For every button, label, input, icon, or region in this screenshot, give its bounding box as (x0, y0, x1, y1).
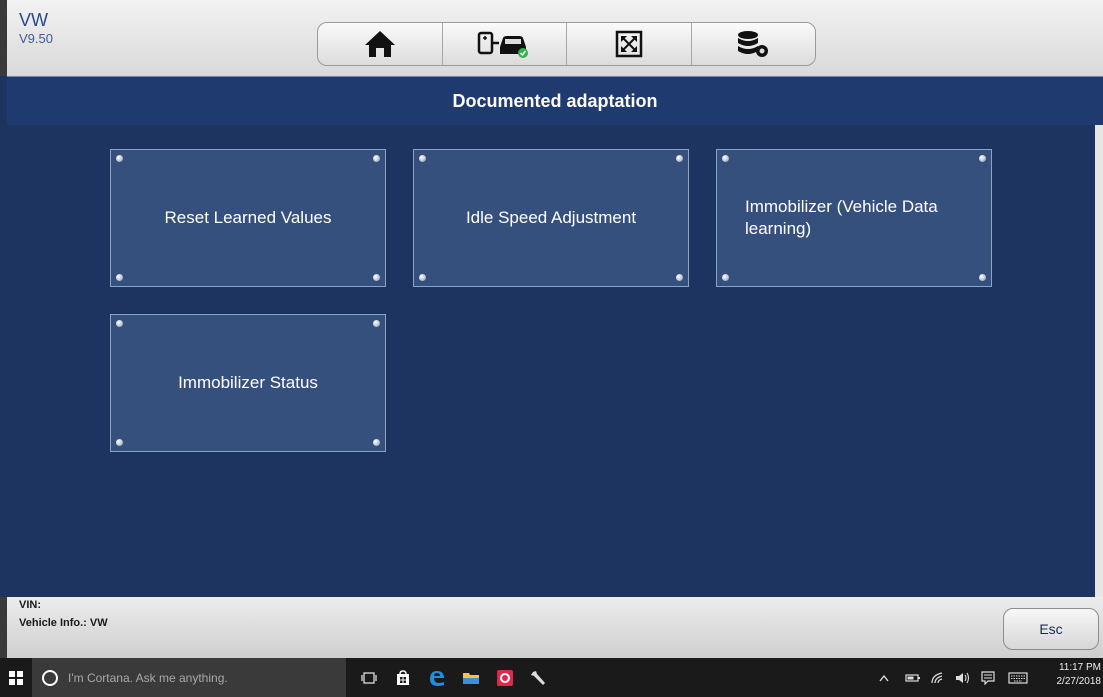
clock-time: 11:17 PM (1058, 662, 1101, 673)
screw-icon (676, 155, 683, 162)
tile-immobilizer-status[interactable]: Immobilizer Status (110, 314, 386, 452)
page-title: Documented adaptation (452, 90, 658, 111)
fullscreen-button[interactable] (567, 23, 692, 65)
volume-tray-button[interactable] (953, 658, 973, 697)
esc-button[interactable]: Esc (1003, 608, 1099, 650)
screw-icon (116, 439, 123, 446)
screw-icon (979, 274, 986, 281)
touch-keyboard-button[interactable] (1005, 658, 1031, 697)
task-view-button[interactable] (354, 658, 384, 697)
vertical-scrollbar[interactable] (1095, 125, 1103, 597)
battery-icon (905, 673, 920, 682)
screw-icon (373, 320, 380, 327)
home-icon (364, 31, 395, 57)
folder-icon (463, 672, 479, 684)
vin-label: VIN: (19, 599, 41, 611)
screw-icon (419, 274, 426, 281)
file-explorer-button[interactable] (456, 658, 486, 697)
windows-taskbar: I'm Cortana. Ask me anything. 11:17 PM 2… (0, 658, 1103, 697)
page-title-bar: Documented adaptation (7, 76, 1103, 126)
system-clock[interactable]: 11:17 PM 2/27/2018 (1052, 661, 1103, 689)
cortana-search-box[interactable]: I'm Cortana. Ask me anything. (32, 658, 346, 697)
data-settings-icon (738, 31, 769, 57)
speaker-icon (956, 672, 970, 683)
tile-idle-speed-adjustment[interactable]: Idle Speed Adjustment (413, 149, 689, 287)
home-button[interactable] (318, 23, 443, 65)
action-center-button[interactable] (978, 658, 998, 697)
edge-icon (430, 670, 444, 686)
screw-icon (722, 155, 729, 162)
notification-icon (981, 670, 995, 685)
fullscreen-icon (615, 30, 642, 58)
software-version: V9.50 (19, 31, 53, 46)
screw-icon (979, 155, 986, 162)
tile-reset-learned-values[interactable]: Reset Learned Values (110, 149, 386, 287)
vehicle-connect-button[interactable] (443, 23, 567, 65)
data-settings-button[interactable] (692, 23, 816, 65)
vehicle-make: VW (19, 10, 48, 30)
app-header: VW V9.50 (0, 0, 1103, 76)
windows-logo-icon (9, 670, 23, 685)
screw-icon (116, 155, 123, 162)
tile-label: Reset Learned Values (164, 208, 332, 227)
tile-immobilizer-vehicle-data-learning[interactable]: Immobilizer (Vehicle Data learning) (716, 149, 992, 287)
wrench-icon (531, 670, 545, 685)
app-button-red[interactable] (490, 658, 520, 697)
red-app-icon (497, 669, 513, 686)
tile-label: Immobilizer (Vehicle Data learning) (745, 197, 938, 238)
store-icon (397, 669, 409, 685)
main-toolbar (317, 22, 816, 66)
screw-icon (373, 439, 380, 446)
tile-label: Idle Speed Adjustment (465, 208, 637, 227)
tile-label: Immobilizer Status (178, 373, 318, 392)
screw-icon (676, 274, 683, 281)
wifi-icon (931, 671, 943, 683)
brand: VW V9.50 (19, 10, 53, 48)
store-button[interactable] (388, 658, 418, 697)
screw-icon (373, 274, 380, 281)
keyboard-icon (1008, 671, 1028, 684)
search-placeholder: I'm Cortana. Ask me anything. (68, 670, 228, 685)
wifi-tray-button[interactable] (928, 658, 948, 697)
status-footer: VIN: Vehicle Info.: VW Esc (0, 597, 1103, 658)
screw-icon (116, 320, 123, 327)
chevron-up-icon (879, 674, 889, 681)
cortana-icon (42, 669, 58, 686)
show-hidden-icons-button[interactable] (875, 658, 893, 697)
screw-icon (419, 155, 426, 162)
diagnostic-tool-button[interactable] (524, 658, 554, 697)
screw-icon (722, 274, 729, 281)
vehicle-info: Vehicle Info.: VW (19, 617, 108, 629)
clock-date: 2/27/2018 (1056, 676, 1102, 687)
start-button[interactable] (0, 658, 32, 697)
battery-tray-button[interactable] (903, 658, 923, 697)
screw-icon (373, 155, 380, 162)
task-view-icon (361, 671, 377, 684)
function-grid: Reset Learned Values Idle Speed Adjustme… (7, 125, 1095, 597)
vehicle-connect-icon (478, 31, 529, 58)
screw-icon (116, 274, 123, 281)
edge-button[interactable] (422, 658, 452, 697)
